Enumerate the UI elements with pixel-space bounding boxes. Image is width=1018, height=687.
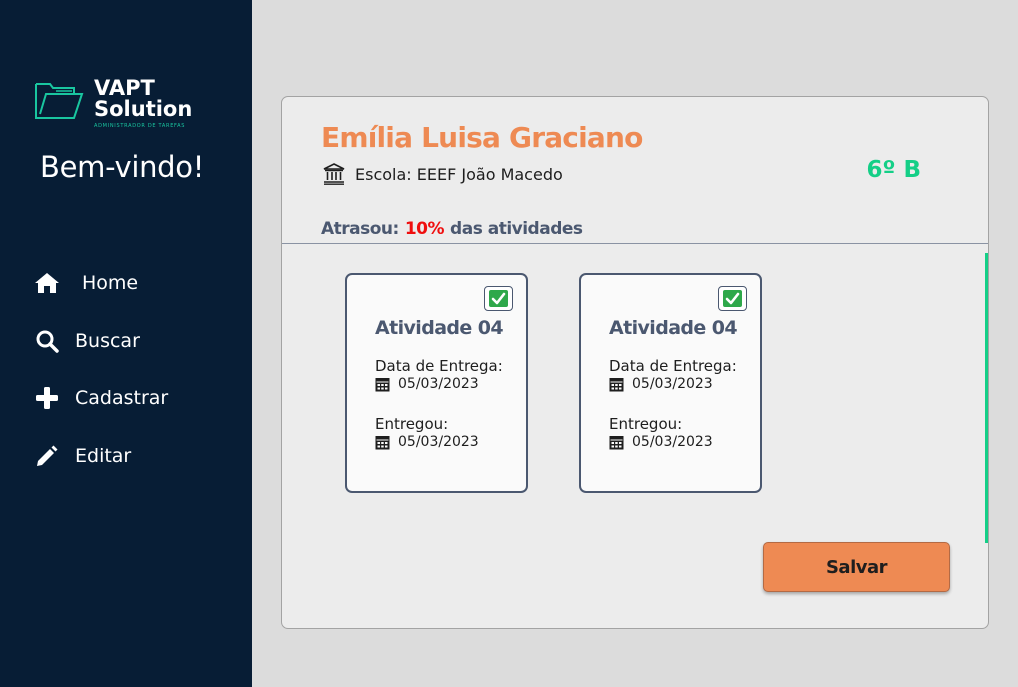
activity-checkbox[interactable] (718, 286, 747, 311)
sidebar-item-editar[interactable]: Editar (34, 439, 168, 473)
sidebar-item-cadastrar[interactable]: Cadastrar (34, 381, 168, 415)
home-icon (34, 270, 60, 296)
delivered-label: Entregou: (375, 415, 449, 433)
due-date-value: 05/03/2023 (632, 376, 713, 392)
sidebar: VAPT Solution ADMINISTRADOR DE TAREFAS B… (0, 0, 252, 687)
logo-title-line1: VAPT (94, 76, 155, 100)
due-date-value: 05/03/2023 (398, 376, 479, 392)
sidebar-item-home[interactable]: Home (34, 266, 168, 300)
app-logo[interactable]: VAPT Solution ADMINISTRADOR DE TAREFAS (34, 78, 192, 129)
class-badge: 6º B (866, 157, 921, 183)
delivered-date-value: 05/03/2023 (398, 434, 479, 450)
plus-icon (34, 385, 60, 411)
pencil-icon (34, 443, 60, 469)
student-name: Emília Luisa Graciano (321, 121, 643, 154)
institution-icon (323, 163, 345, 185)
check-icon (723, 290, 742, 307)
late-summary: Atrasou: 10% das atividades (321, 219, 583, 239)
late-suffix: das atividades (450, 219, 583, 239)
sidebar-item-label: Home (82, 272, 139, 294)
calendar-icon (609, 377, 624, 391)
header-divider (282, 243, 988, 244)
due-date: 05/03/2023 (375, 376, 479, 392)
folder-logo-icon (35, 83, 84, 119)
search-icon (34, 328, 60, 354)
calendar-icon (609, 435, 624, 449)
sidebar-nav: Home Buscar Cadastrar Editar (34, 266, 168, 496)
activity-checkbox[interactable] (484, 286, 513, 311)
delivered-label: Entregou: (609, 415, 683, 433)
activity-card: Atividade 04 Data de Entrega: 05/03/2023… (345, 273, 528, 493)
activity-title: Atividade 04 (609, 317, 738, 339)
due-date-label: Data de Entrega: (375, 357, 503, 375)
school-name: Escola: EEEF João Macedo (355, 164, 563, 184)
due-date-label: Data de Entrega: (609, 357, 737, 375)
scrollbar[interactable] (985, 253, 988, 543)
sidebar-item-label: Editar (75, 444, 132, 467)
delivered-date: 05/03/2023 (609, 434, 713, 450)
student-panel: Emília Luisa Graciano Escola: EEEF João … (281, 96, 989, 629)
sidebar-item-label: Buscar (75, 329, 140, 352)
due-date: 05/03/2023 (609, 376, 713, 392)
sidebar-item-buscar[interactable]: Buscar (34, 324, 168, 358)
calendar-icon (375, 435, 390, 449)
delivered-date-value: 05/03/2023 (632, 434, 713, 450)
late-percent: 10% (404, 219, 445, 239)
check-icon (489, 290, 508, 307)
logo-tagline: ADMINISTRADOR DE TAREFAS (94, 123, 186, 129)
school-info: Escola: EEEF João Macedo (323, 163, 563, 185)
activity-title: Atividade 04 (375, 317, 504, 339)
welcome-heading: Bem-vindo! (40, 150, 205, 184)
logo-title-line2: Solution (94, 97, 193, 121)
sidebar-item-label: Cadastrar (75, 387, 169, 409)
late-prefix: Atrasou: (321, 219, 399, 239)
delivered-date: 05/03/2023 (375, 434, 479, 450)
activity-card: Atividade 04 Data de Entrega: 05/03/2023… (579, 273, 762, 493)
calendar-icon (375, 377, 390, 391)
save-button[interactable]: Salvar (763, 542, 950, 592)
